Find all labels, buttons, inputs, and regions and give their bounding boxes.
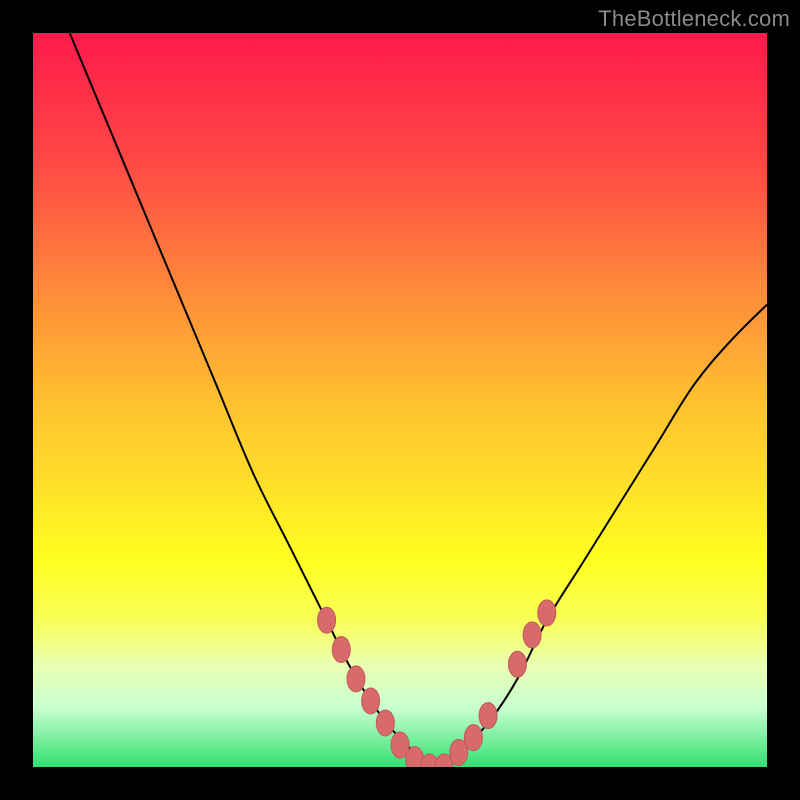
curve-marker: [464, 725, 482, 751]
watermark-text: TheBottleneck.com: [598, 6, 790, 32]
curve-marker: [508, 651, 526, 677]
curve-marker: [347, 666, 365, 692]
curve-marker: [479, 703, 497, 729]
curve-marker: [362, 688, 380, 714]
curve-marker: [332, 637, 350, 663]
curve-marker: [318, 607, 336, 633]
chart-svg: [33, 33, 767, 767]
curve-markers: [318, 600, 556, 767]
curve-marker: [376, 710, 394, 736]
chart-plot-area: [33, 33, 767, 767]
chart-frame: TheBottleneck.com: [0, 0, 800, 800]
curve-marker: [538, 600, 556, 626]
curve-marker: [523, 622, 541, 648]
bottleneck-curve: [70, 33, 767, 767]
